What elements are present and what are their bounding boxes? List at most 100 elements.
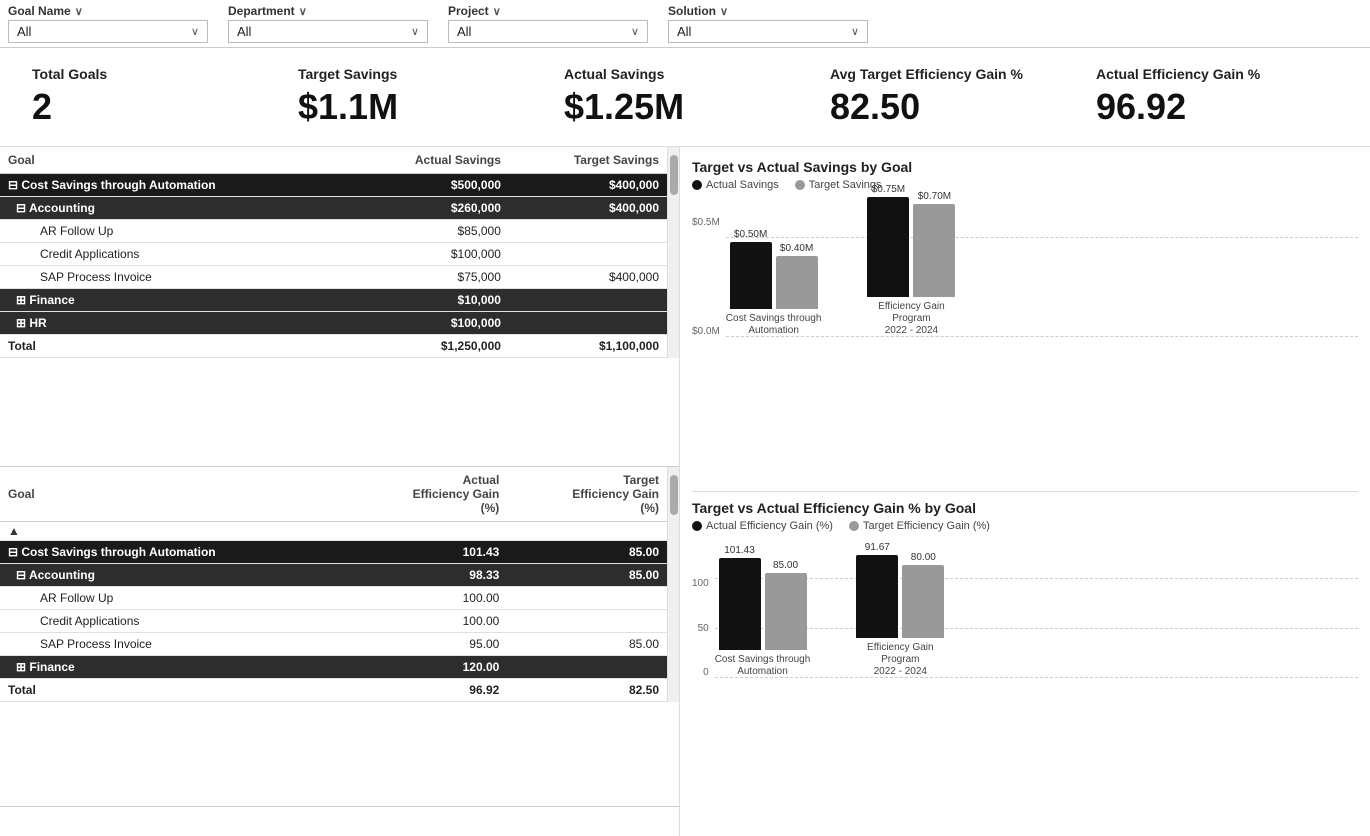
target-savings: $400,000 <box>509 174 667 197</box>
chart1-title: Target vs Actual Savings by Goal <box>692 159 1358 175</box>
legend-actual-savings: Actual Savings <box>692 179 779 191</box>
bar-x-label: Efficiency Gain Program2022 - 2024 <box>850 642 950 678</box>
bar-x-label: Cost Savings throughAutomation <box>715 654 811 678</box>
filter-group-goalname: Goal Name ∨ All ∨ <box>8 4 208 43</box>
goal-label: ⊞ Finance <box>0 656 348 679</box>
chart2-area: 100 50 0 101.43 85.00 Cost Saving <box>692 538 1358 698</box>
kpi-value-actual-efficiency: 96.92 <box>1096 86 1186 128</box>
chevron-down-icon-3: ∨ <box>299 5 307 18</box>
chart1-section: Target vs Actual Savings by Goal Actual … <box>692 155 1358 487</box>
chart-bar-group: 91.67 80.00 Efficiency Gain Program2022 … <box>850 542 950 678</box>
target-savings <box>509 289 667 312</box>
table-row: Credit Applications $100,000 <box>0 243 667 266</box>
chart2-section: Target vs Actual Efficiency Gain % by Go… <box>692 496 1358 828</box>
kpi-target-savings: Target Savings $1.1M <box>286 58 552 136</box>
savings-table-section: Goal Actual Savings Target Savings ⊟ Cos… <box>0 147 679 467</box>
chevron-down-icon-7: ∨ <box>720 5 728 18</box>
efficiency-table: Goal ActualEfficiency Gain(%) TargetEffi… <box>0 467 667 702</box>
legend-dot-target-savings <box>795 180 805 190</box>
chevron-down-icon-4: ∨ <box>411 25 419 38</box>
bar-x-label: Efficiency Gain Program2022 - 2024 <box>861 301 961 337</box>
eff-col-goal: Goal <box>0 467 348 522</box>
table-row: ⊟ Accounting 98.33 85.00 <box>0 564 667 587</box>
filter-select-department[interactable]: All ∨ <box>228 20 428 43</box>
kpi-label-actual-efficiency: Actual Efficiency Gain % <box>1096 66 1260 82</box>
kpi-label-target-savings: Target Savings <box>298 66 397 82</box>
filter-label-solution: Solution ∨ <box>668 4 868 18</box>
table-row: ⊟ Cost Savings through Automation $500,0… <box>0 174 667 197</box>
kpi-avg-target-efficiency: Avg Target Efficiency Gain % 82.50 <box>818 58 1084 136</box>
actual-eff: 98.33 <box>348 564 508 587</box>
actual-savings: $100,000 <box>349 243 508 266</box>
target-savings <box>509 312 667 335</box>
savings-table: Goal Actual Savings Target Savings ⊟ Cos… <box>0 147 667 358</box>
table-row: ⊟ Cost Savings through Automation 101.43… <box>0 541 667 564</box>
kpi-value-avg-target-efficiency: 82.50 <box>830 86 920 128</box>
goal-label: Total <box>0 335 349 358</box>
actual-savings: $500,000 <box>349 174 508 197</box>
kpi-value-target-savings: $1.1M <box>298 86 398 128</box>
filter-group-solution: Solution ∨ All ∨ <box>668 4 868 43</box>
kpi-label-avg-target-efficiency: Avg Target Efficiency Gain % <box>830 66 1023 82</box>
filter-bar: Goal Name ∨ All ∨ Department ∨ All ∨ Pro… <box>0 0 1370 48</box>
goal-label: AR Follow Up <box>0 587 348 610</box>
actual-eff: 120.00 <box>348 656 508 679</box>
actual-savings: $75,000 <box>349 266 508 289</box>
goal-label: Credit Applications <box>0 243 349 266</box>
bar-target <box>776 256 818 309</box>
actual-savings: $260,000 <box>349 197 508 220</box>
chart1-area: $0.5M $0.0M $0.50M $0.40M Cost Savings t… <box>692 197 1358 357</box>
scroll-indicator-2[interactable] <box>667 467 679 702</box>
goal-label: ⊟ Accounting <box>0 197 349 220</box>
target-savings: $400,000 <box>509 266 667 289</box>
filter-group-department: Department ∨ All ∨ <box>228 4 428 43</box>
chevron-down-icon: ∨ <box>75 5 83 18</box>
filter-label-project: Project ∨ <box>448 4 648 18</box>
filter-label-department: Department ∨ <box>228 4 428 18</box>
target-savings <box>509 220 667 243</box>
table-row: AR Follow Up $85,000 <box>0 220 667 243</box>
legend-dot-actual-savings <box>692 180 702 190</box>
filter-select-project[interactable]: All ∨ <box>448 20 648 43</box>
goal-label: ⊟ Cost Savings through Automation <box>0 541 348 564</box>
goal-label: ⊟ Accounting <box>0 564 348 587</box>
table-row: Credit Applications 100.00 <box>0 610 667 633</box>
table-row: ⊞ HR $100,000 <box>0 312 667 335</box>
target-eff: 85.00 <box>507 541 667 564</box>
table-row: SAP Process Invoice 95.00 85.00 <box>0 633 667 656</box>
chart1-content: $0.50M $0.40M Cost Savings throughAutoma… <box>726 237 1358 357</box>
filter-select-solution[interactable]: All ∨ <box>668 20 868 43</box>
actual-eff: 101.43 <box>348 541 508 564</box>
efficiency-table-section: Goal ActualEfficiency Gain(%) TargetEffi… <box>0 467 679 807</box>
bar-x-label: Cost Savings throughAutomation <box>726 313 822 337</box>
target-eff <box>507 587 667 610</box>
goal-label: SAP Process Invoice <box>0 633 348 656</box>
legend-target-eff: Target Efficiency Gain (%) <box>849 520 990 532</box>
chevron-down-icon-5: ∨ <box>493 5 501 18</box>
table-row: SAP Process Invoice $75,000 $400,000 <box>0 266 667 289</box>
bar-target-eff <box>902 565 944 638</box>
bar-target-eff <box>765 573 807 650</box>
kpi-actual-efficiency: Actual Efficiency Gain % 96.92 <box>1084 58 1350 136</box>
actual-savings: $85,000 <box>349 220 508 243</box>
table-row: ⊞ Finance 120.00 <box>0 656 667 679</box>
savings-col-goal: Goal <box>0 147 349 174</box>
scroll-indicator-1[interactable] <box>667 147 679 358</box>
chart-bar-group: 101.43 85.00 Cost Savings throughAutomat… <box>715 545 811 678</box>
legend-dot-actual-eff <box>692 521 702 531</box>
table-row: Total $1,250,000 $1,100,000 <box>0 335 667 358</box>
bar-actual-eff <box>719 558 761 650</box>
bar-target <box>913 204 955 297</box>
savings-col-target: Target Savings <box>509 147 667 174</box>
actual-eff: 100.00 <box>348 587 508 610</box>
filter-select-goalname[interactable]: All ∨ <box>8 20 208 43</box>
target-savings: $400,000 <box>509 197 667 220</box>
kpi-total-goals: Total Goals 2 <box>20 58 286 136</box>
kpi-value-actual-savings: $1.25M <box>564 86 684 128</box>
goal-label: AR Follow Up <box>0 220 349 243</box>
kpi-actual-savings: Actual Savings $1.25M <box>552 58 818 136</box>
legend-actual-eff: Actual Efficiency Gain (%) <box>692 520 833 532</box>
actual-savings: $10,000 <box>349 289 508 312</box>
filter-group-project: Project ∨ All ∨ <box>448 4 648 43</box>
actual-eff: 96.92 <box>348 679 508 702</box>
